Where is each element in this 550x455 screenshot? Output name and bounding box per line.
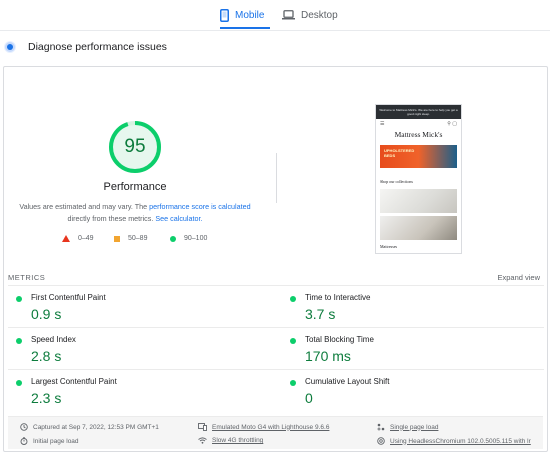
device-info-text: Emulated Moto G4 with Lighthouse 9.6.6 (212, 423, 330, 431)
metric-tti: Time to Interactive 3.7 s (282, 286, 544, 328)
pass-circle-icon (16, 338, 22, 344)
screenshot-section-title: Shop our collections (380, 179, 413, 184)
tab-desktop-label: Desktop (301, 9, 338, 21)
metric-tbt: Total Blocking Time 170 ms (282, 328, 544, 370)
menu-icon: ☰ (380, 121, 385, 127)
pass-circle-icon (16, 380, 22, 386)
metric-value: 0 (305, 390, 313, 406)
metric-speed-index: Speed Index 2.8 s (8, 328, 270, 370)
metric-label: Cumulative Layout Shift (305, 377, 390, 386)
legend-fail: 0–49 (62, 235, 94, 242)
screenshot-footer-text: Mattresses (380, 244, 398, 249)
performance-score: 95 (124, 136, 146, 157)
wifi-icon (198, 437, 207, 444)
score-calculated-link[interactable]: performance score is calculated (149, 202, 250, 211)
see-calculator-link[interactable]: See calculator. (155, 214, 202, 223)
diagnose-indicator-icon (4, 41, 16, 53)
legend-pass: 90–100 (170, 235, 207, 242)
laptop-icon (282, 10, 295, 20)
pass-circle-icon (290, 380, 296, 386)
metric-label: Total Blocking Time (305, 335, 374, 344)
legend-pass-label: 90–100 (184, 235, 208, 242)
session-info-text: Single page load (390, 423, 439, 431)
screenshot-nav: ☰ ⚲ ▢ (376, 119, 461, 129)
metric-value: 0.9 s (31, 306, 62, 322)
nav-actions: ⚲ ▢ (447, 121, 457, 127)
metric-fcp: First Contentful Paint 0.9 s (8, 286, 270, 328)
captured-at-text: Captured at Sep 7, 2022, 12:53 PM GMT+1 (33, 423, 159, 431)
performance-gauge: 95 (107, 119, 163, 175)
screenshot-product-image-2 (380, 216, 457, 240)
tab-mobile[interactable]: Mobile (220, 0, 270, 30)
metrics-row: Speed Index 2.8 s Total Blocking Time 17… (8, 327, 544, 369)
metric-value: 3.7 s (305, 306, 336, 322)
expand-view-toggle[interactable]: Expand view (497, 273, 540, 282)
final-screenshot[interactable]: Welcome to Mattress Mick's. We are here … (375, 104, 462, 254)
session-icon (377, 423, 385, 431)
browser-info-text: Using HeadlessChromium 102.0.5005.115 wi… (390, 437, 531, 445)
pass-circle-icon (290, 338, 296, 344)
throttling-text: Slow 4G throttling (212, 437, 264, 444)
hero-line-2: BEDS (384, 153, 396, 158)
screenshot-hero-image: UPHOLSTERED BEDS (380, 145, 457, 168)
section-title: Diagnose performance issues (28, 41, 167, 53)
legend-average-label: 50–89 (128, 235, 148, 242)
screenshot-product-image (380, 189, 457, 213)
screenshot-banner: Welcome to Mattress Mick's. We are here … (376, 105, 461, 119)
browser-info[interactable]: Using HeadlessChromium 102.0.5005.115 wi… (377, 437, 531, 445)
metrics-row: First Contentful Paint 0.9 s Time to Int… (8, 285, 544, 327)
captured-at: Captured at Sep 7, 2022, 12:53 PM GMT+1 (20, 423, 159, 431)
circle-icon (170, 235, 176, 242)
chrome-icon (377, 437, 385, 445)
smartphone-icon (220, 8, 229, 22)
metrics-row: Largest Contentful Paint 2.3 s Cumulativ… (8, 369, 544, 411)
tabs-divider (0, 30, 550, 31)
metric-cls: Cumulative Layout Shift 0 (282, 370, 544, 412)
timer-icon (20, 437, 28, 445)
metric-label: Largest Contentful Paint (31, 377, 117, 386)
pass-circle-icon (16, 296, 22, 302)
vertical-divider (276, 153, 277, 203)
tab-mobile-label: Mobile (235, 9, 265, 21)
metric-label: Speed Index (31, 335, 76, 344)
metric-label: Time to Interactive (305, 293, 371, 302)
throttling-info[interactable]: Slow 4G throttling (198, 437, 263, 444)
metric-value: 2.3 s (31, 390, 62, 406)
performance-card: 95 Performance Values are estimated and … (3, 66, 548, 452)
session-info[interactable]: Single page load (377, 423, 438, 431)
triangle-icon (62, 235, 70, 242)
clock-icon (20, 423, 28, 431)
cart-icon: ▢ (452, 121, 457, 127)
metric-label: First Contentful Paint (31, 293, 106, 302)
active-tab-indicator (220, 27, 270, 29)
metrics-heading: METRICS (8, 273, 46, 282)
performance-note: Values are estimated and may vary. The p… (14, 201, 256, 224)
device-icon (198, 423, 207, 431)
metric-value: 2.8 s (31, 348, 62, 364)
square-icon (114, 235, 120, 242)
search-icon: ⚲ (447, 121, 451, 127)
initial-load: Initial page load (20, 437, 79, 445)
device-tabs: Mobile Desktop (0, 0, 550, 30)
diagnose-header: Diagnose performance issues (0, 36, 550, 58)
metric-lcp: Largest Contentful Paint 2.3 s (8, 370, 270, 412)
tab-desktop[interactable]: Desktop (282, 0, 342, 30)
runtime-settings: Captured at Sep 7, 2022, 12:53 PM GMT+1 … (8, 416, 543, 449)
note-text: Values are estimated and may vary. The (19, 202, 150, 211)
note-text-middle: directly from these metrics. (67, 213, 156, 223)
device-info[interactable]: Emulated Moto G4 with Lighthouse 9.6.6 (198, 423, 329, 431)
performance-label: Performance (103, 181, 167, 193)
screenshot-brand: Mattress Mick's (394, 130, 443, 139)
metric-value: 170 ms (305, 348, 351, 364)
legend-fail-label: 0–49 (78, 235, 94, 242)
pass-circle-icon (290, 296, 296, 302)
legend-average: 50–89 (114, 235, 147, 242)
initial-load-text: Initial page load (33, 437, 79, 445)
